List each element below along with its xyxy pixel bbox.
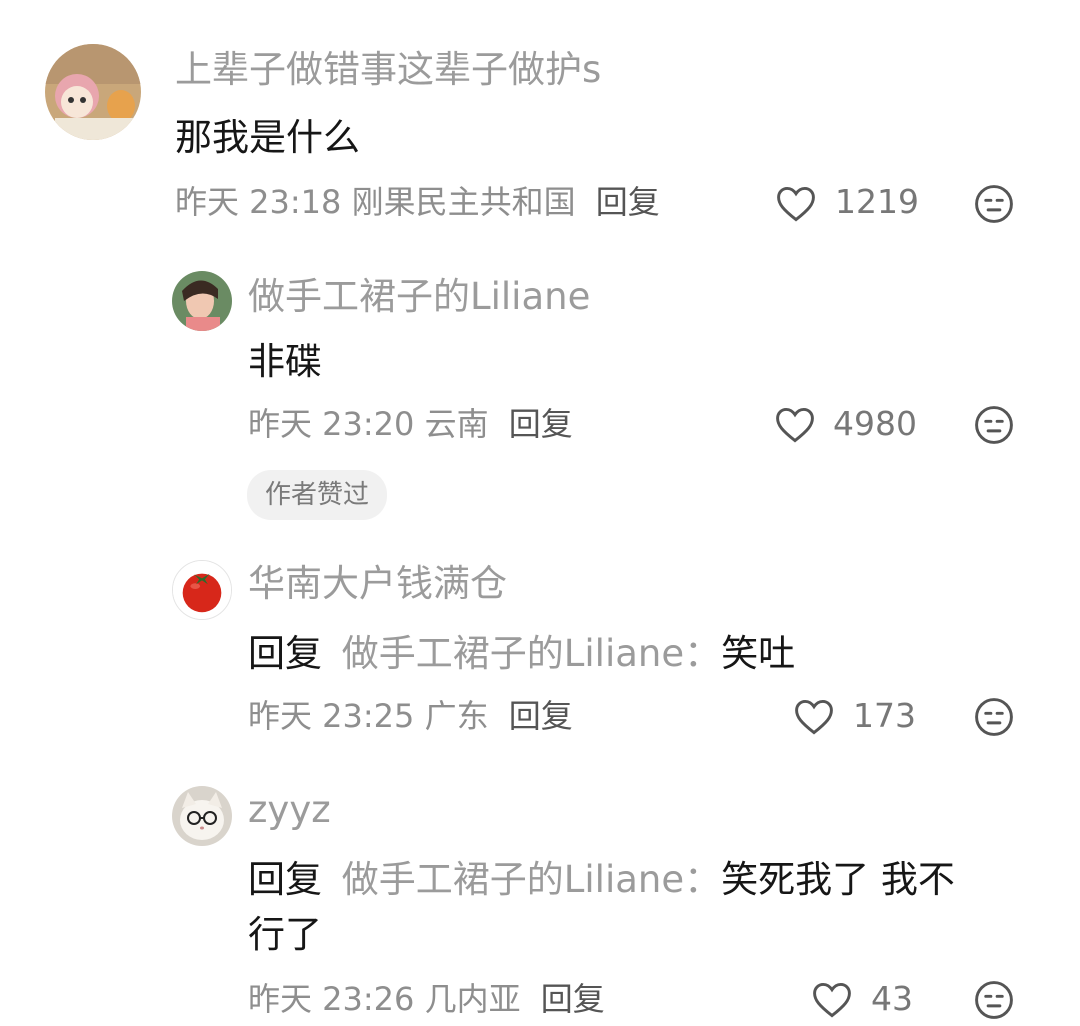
avatar[interactable]: [45, 44, 141, 140]
heart-outline-icon[interactable]: [773, 403, 817, 447]
avatar[interactable]: [172, 560, 232, 620]
like-count: 173: [853, 696, 916, 735]
reply-target[interactable]: 做手工裙子的Liliane：: [342, 858, 721, 901]
avatar[interactable]: [172, 271, 232, 331]
comment-text[interactable]: 回复 做手工裙子的Liliane：笑吐: [248, 629, 795, 679]
comment-time: 昨天 23:20: [248, 405, 415, 443]
sweat-face-icon[interactable]: [972, 695, 1016, 739]
like-count: 1219: [835, 182, 919, 221]
comment-time: 昨天 23:18: [175, 183, 342, 221]
reply-button[interactable]: 回复: [596, 183, 660, 221]
comment-text[interactable]: 那我是什么: [175, 113, 360, 163]
comment-body: 笑死我了 我不: [721, 858, 955, 901]
reply-target[interactable]: 做手工裙子的Liliane：: [342, 632, 721, 675]
comment-text[interactable]: 非碟: [248, 337, 322, 387]
sweat-face-icon[interactable]: [972, 403, 1016, 447]
sweat-face-icon[interactable]: [972, 182, 1016, 226]
comment-meta: 昨天 23:25 广东 回复: [248, 694, 573, 738]
avatar[interactable]: [172, 786, 232, 846]
comment-location: 云南: [424, 405, 489, 443]
author-liked-badge: 作者赞过: [247, 470, 388, 520]
comment-time: 昨天 23:25: [248, 697, 415, 735]
comment-username[interactable]: 上辈子做错事这辈子做护s: [175, 46, 601, 94]
heart-outline-icon[interactable]: [774, 182, 818, 226]
reply-prefix: 回复: [248, 632, 322, 675]
heart-outline-icon[interactable]: [792, 695, 836, 739]
reply-prefix: 回复: [248, 858, 322, 901]
reply-button[interactable]: 回复: [541, 980, 605, 1018]
comment-username[interactable]: zyyz: [248, 786, 331, 834]
like-count: 43: [871, 979, 913, 1018]
heart-outline-icon[interactable]: [810, 978, 854, 1022]
comment-text[interactable]: 回复 做手工裙子的Liliane：笑死我了 我不: [248, 855, 955, 905]
comment-meta: 昨天 23:18 刚果民主共和国 回复: [175, 180, 660, 224]
reply-button[interactable]: 回复: [509, 405, 573, 443]
sweat-face-icon[interactable]: [972, 978, 1016, 1022]
comment-username[interactable]: 做手工裙子的Liliane: [248, 273, 590, 321]
comment-meta: 昨天 23:20 云南 回复: [248, 402, 573, 446]
comment-text-continued[interactable]: 行了: [248, 910, 322, 960]
comment-time: 昨天 23:26: [248, 980, 415, 1018]
comment-username[interactable]: 华南大户钱满仓: [248, 560, 507, 608]
comment-meta: 昨天 23:26 几内亚 回复: [248, 977, 605, 1021]
like-count: 4980: [833, 404, 917, 443]
comment-body: 笑吐: [721, 632, 796, 675]
comment-location: 几内亚: [424, 980, 521, 1018]
reply-button[interactable]: 回复: [509, 697, 573, 735]
comment-location: 刚果民主共和国: [351, 183, 576, 221]
comment-location: 广东: [424, 697, 489, 735]
